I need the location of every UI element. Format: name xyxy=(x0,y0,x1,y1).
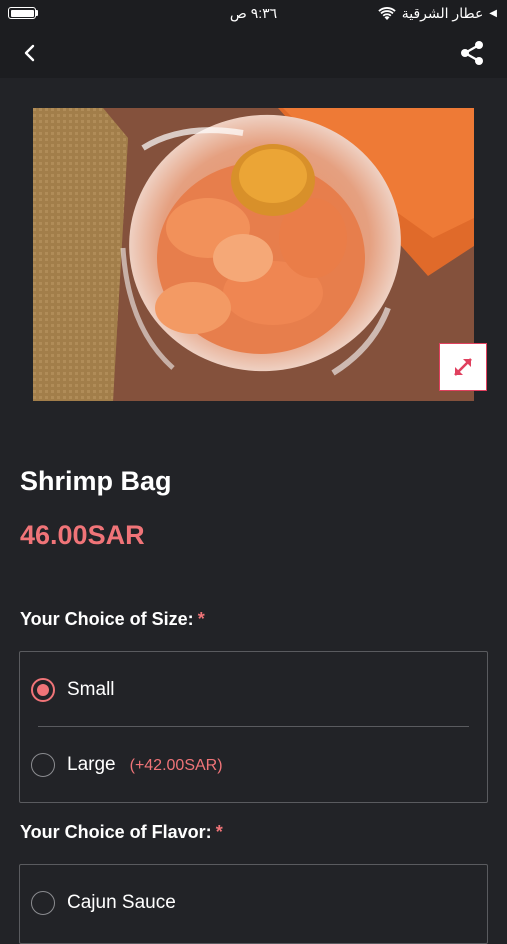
product-image[interactable] xyxy=(33,108,474,401)
size-section-title: Your Choice of Size: * xyxy=(20,609,205,630)
option-label: Cajun Sauce xyxy=(67,892,176,913)
option-extra-price: (+42.00SAR) xyxy=(129,757,223,774)
required-mark: * xyxy=(197,609,205,629)
option-label: Large xyxy=(67,754,116,775)
flavor-section-label: Your Choice of Flavor: xyxy=(20,822,212,842)
size-option-large[interactable]: Large (+42.00SAR) xyxy=(20,745,487,785)
chevron-left-icon xyxy=(24,44,35,62)
required-mark: * xyxy=(215,822,223,842)
option-divider xyxy=(38,726,469,727)
radio-selected-icon[interactable] xyxy=(31,678,55,702)
flavor-options-box: Cajun Sauce xyxy=(19,864,488,944)
carrier-info: ◀ عطار الشرقية xyxy=(378,5,497,22)
option-label: Small xyxy=(67,679,115,700)
share-icon xyxy=(461,41,483,65)
radio-unselected-icon[interactable] xyxy=(31,753,55,777)
expand-image-button[interactable] xyxy=(439,343,487,391)
carrier-name: عطار الشرقية xyxy=(401,5,484,21)
flavor-option-cajun[interactable]: Cajun Sauce xyxy=(20,883,487,923)
play-icon: ◀ xyxy=(489,8,497,19)
size-section-label: Your Choice of Size: xyxy=(20,609,194,629)
wifi-icon xyxy=(378,6,396,20)
size-option-small[interactable]: Small xyxy=(20,670,487,710)
nav-bar xyxy=(0,28,507,78)
status-bar: ٩:٣٦ ص ◀ عطار الشرقية xyxy=(0,0,507,28)
radio-unselected-icon[interactable] xyxy=(31,891,55,915)
size-options-box: Small Large (+42.00SAR) xyxy=(19,651,488,803)
expand-arrows-icon xyxy=(454,358,472,376)
back-button[interactable] xyxy=(14,38,44,68)
share-button[interactable] xyxy=(457,38,487,68)
product-name: Shrimp Bag xyxy=(20,466,172,496)
flavor-section-title: Your Choice of Flavor: * xyxy=(20,822,223,843)
product-price: 46.00SAR xyxy=(20,520,145,550)
option-label-large-wrap: Large (+42.00SAR) xyxy=(67,754,223,776)
